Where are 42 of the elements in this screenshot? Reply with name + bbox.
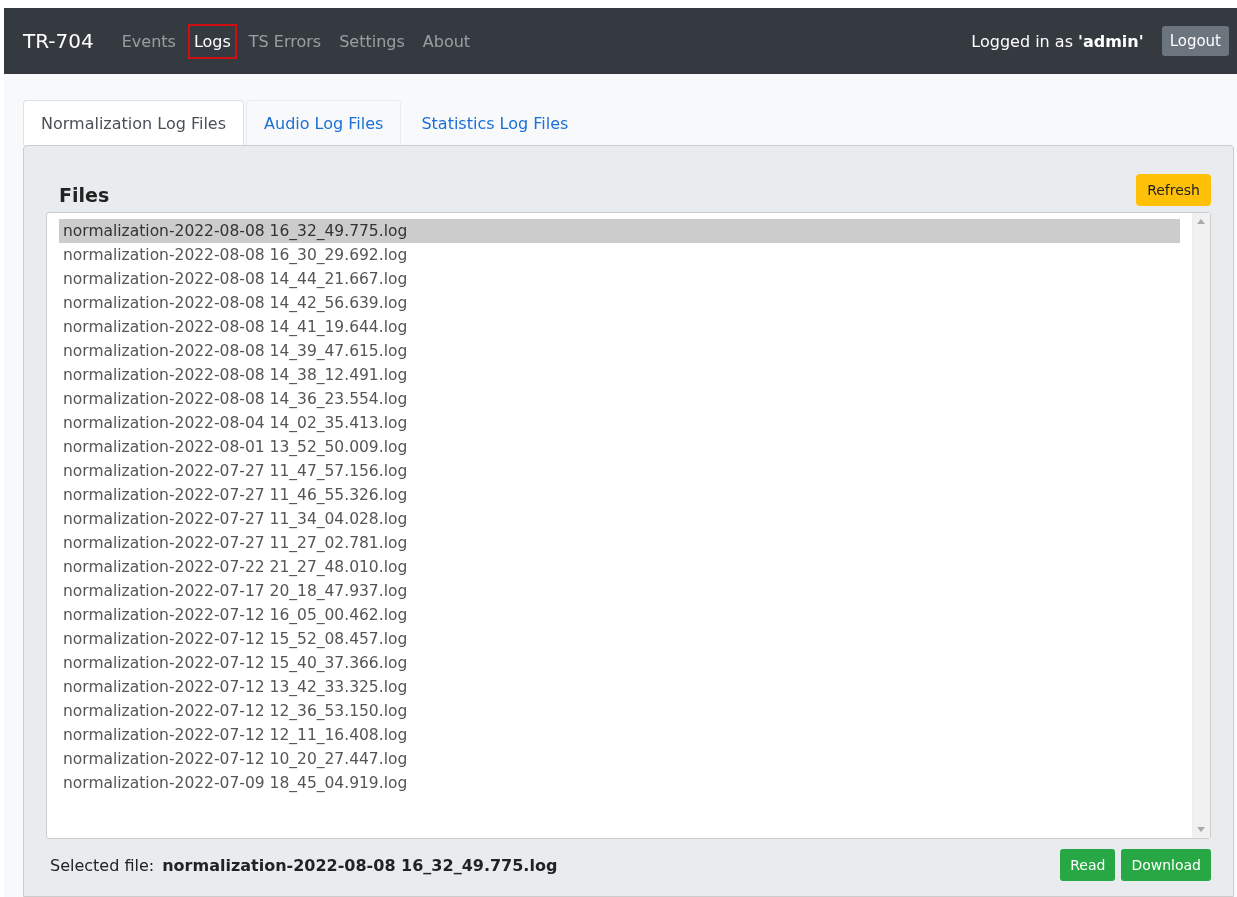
tab[interactable]: Statistics Log Files [403,100,587,145]
file-list-item[interactable]: normalization-2022-07-12 10_20_27.447.log [59,747,1180,771]
refresh-button[interactable]: Refresh [1136,174,1211,206]
file-list-item[interactable]: normalization-2022-08-01 13_52_50.009.log [59,435,1180,459]
file-list-item[interactable]: normalization-2022-08-08 14_44_21.667.log [59,267,1180,291]
file-list-item[interactable]: normalization-2022-07-27 11_34_04.028.log [59,507,1180,531]
file-list-item[interactable]: normalization-2022-08-08 14_36_23.554.log [59,387,1180,411]
tab[interactable]: Audio Log Files [246,100,402,145]
nav-link[interactable]: Events [115,23,182,59]
file-list-item[interactable]: normalization-2022-08-04 14_02_35.413.log [59,411,1180,435]
scroll-down-icon[interactable] [1197,827,1205,832]
nav-link[interactable]: Logs [187,23,237,59]
file-list-item[interactable]: normalization-2022-07-17 20_18_47.937.log [59,579,1180,603]
file-list-item[interactable]: normalization-2022-07-12 15_40_37.366.log [59,651,1180,675]
scrollbar[interactable] [1192,213,1210,838]
file-list-item[interactable]: normalization-2022-08-08 16_30_29.692.log [59,243,1180,267]
file-list-item[interactable]: normalization-2022-07-12 13_42_33.325.log [59,675,1180,699]
file-list-item[interactable]: normalization-2022-08-08 14_38_12.491.log [59,363,1180,387]
file-list-item[interactable]: normalization-2022-07-27 11_27_02.781.log [59,531,1180,555]
logout-button[interactable]: Logout [1161,26,1229,56]
tab[interactable]: Normalization Log Files [23,100,245,145]
selected-file-label: Selected file: [50,855,155,875]
file-list-item[interactable]: normalization-2022-08-08 16_32_49.775.log [59,219,1180,243]
file-list-item[interactable]: normalization-2022-07-27 11_46_55.326.log [59,483,1180,507]
file-list-item[interactable]: normalization-2022-07-22 21_27_48.010.log [59,555,1180,579]
file-list-item[interactable]: normalization-2022-07-09 18_45_04.919.log [59,771,1180,795]
file-list-item[interactable]: normalization-2022-08-08 14_41_19.644.log [59,315,1180,339]
brand-name[interactable]: TR-704 [23,29,94,53]
section-title: Files [59,183,110,206]
file-list-item[interactable]: normalization-2022-07-27 11_47_57.156.log [59,459,1180,483]
nav-link[interactable]: About [416,23,477,59]
file-list-item[interactable]: normalization-2022-07-12 15_52_08.457.log [59,627,1180,651]
file-list-item[interactable]: normalization-2022-07-12 12_11_16.408.log [59,723,1180,747]
nav-link[interactable]: TS Errors [242,23,328,59]
nav-link[interactable]: Settings [333,23,411,59]
scroll-up-icon[interactable] [1197,219,1205,224]
file-list-item[interactable]: normalization-2022-08-08 14_42_56.639.log [59,291,1180,315]
file-list-item[interactable]: normalization-2022-08-08 14_39_47.615.log [59,339,1180,363]
file-list-item[interactable]: normalization-2022-07-12 12_36_53.150.log [59,699,1180,723]
selected-file-name: normalization-2022-08-08 16_32_49.775.log [162,855,558,875]
file-list-item[interactable]: normalization-2022-07-12 16_05_00.462.log [59,603,1180,627]
login-status: Logged in as 'admin' [971,31,1144,51]
